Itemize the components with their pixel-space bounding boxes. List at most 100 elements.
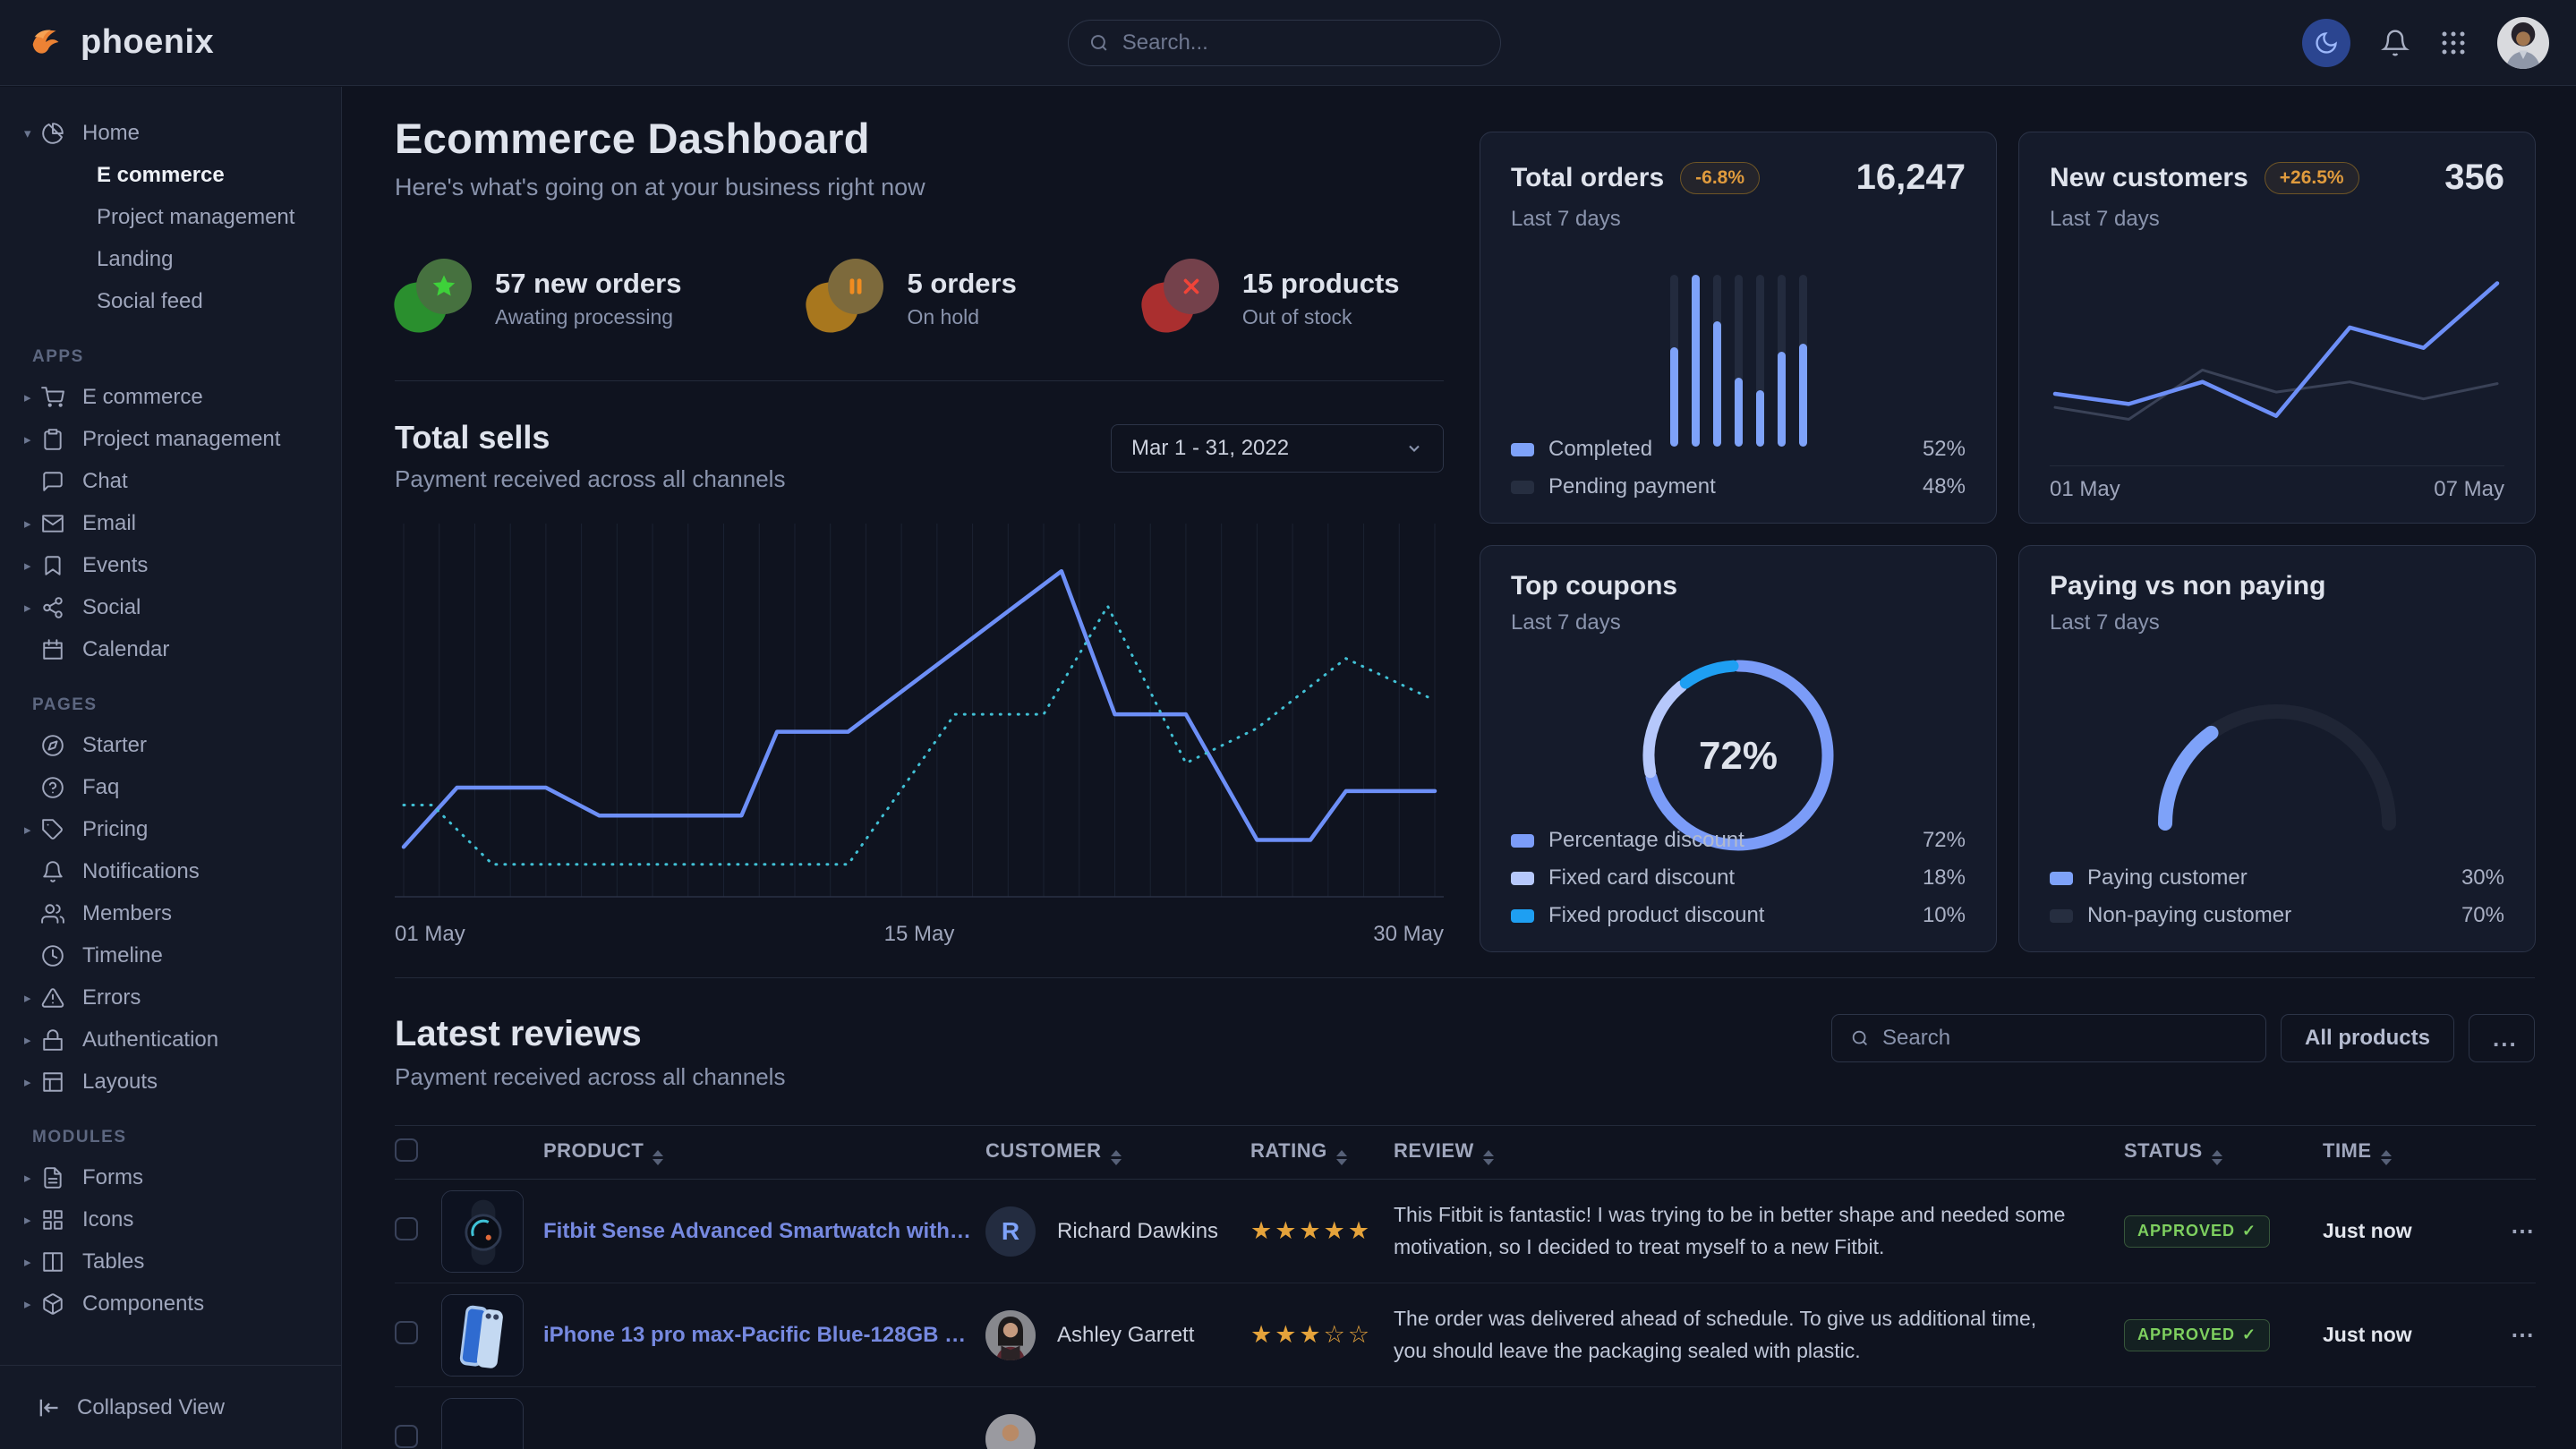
column-header-customer[interactable]: CUSTOMER: [985, 1126, 1250, 1180]
sidebar-item-components[interactable]: ▸Components: [0, 1283, 341, 1325]
column-header-status[interactable]: STATUS: [2124, 1126, 2323, 1180]
caret-right-icon: ▸: [24, 1254, 31, 1270]
sidebar-item-chat[interactable]: Chat: [0, 460, 341, 502]
legend-value: 10%: [1923, 903, 1966, 928]
sidebar-item-faq[interactable]: Faq: [0, 766, 341, 808]
card-period: Last 7 days: [2050, 207, 2504, 232]
caret-right-icon: ▸: [24, 1212, 31, 1228]
sidebar-item-starter[interactable]: Starter: [0, 724, 341, 766]
row-more-button[interactable]: ⋯: [2457, 1283, 2536, 1387]
sidebar-item-home[interactable]: ▾Home: [0, 112, 341, 154]
global-search[interactable]: [1068, 20, 1501, 66]
sort-icon: [653, 1150, 663, 1165]
sidebar-item-timeline[interactable]: Timeline: [0, 934, 341, 976]
column-header-rating[interactable]: RATING: [1250, 1126, 1394, 1180]
sidebar-subitem-e-commerce[interactable]: E commerce: [0, 154, 341, 196]
search-icon: [1088, 31, 1110, 55]
legend-label: Non-paying customer: [2087, 903, 2291, 928]
reviews-search-input[interactable]: [1882, 1026, 2248, 1051]
sidebar-item-tables[interactable]: ▸Tables: [0, 1240, 341, 1283]
all-products-filter-button[interactable]: All products: [2281, 1014, 2454, 1062]
product-link[interactable]: iPhone 13 pro max-Pacific Blue-128GB sto…: [543, 1323, 973, 1348]
review-text: The order was delivered ahead of schedul…: [1394, 1303, 2124, 1367]
table-row: [395, 1387, 2536, 1449]
sidebar-item-forms[interactable]: ▸Forms: [0, 1156, 341, 1198]
clock-icon: [41, 944, 64, 967]
row-checkbox[interactable]: [395, 1321, 418, 1344]
sidebar-subitem-landing[interactable]: Landing: [0, 238, 341, 280]
select-all-checkbox[interactable]: [395, 1138, 418, 1162]
apps-menu-button[interactable]: [2440, 30, 2467, 56]
sidebar-item-email[interactable]: ▸Email: [0, 502, 341, 544]
sidebar-item-layouts[interactable]: ▸Layouts: [0, 1061, 341, 1103]
brand[interactable]: phoenix: [27, 22, 214, 64]
legend-row: Percentage discount72%: [1511, 828, 1966, 853]
stat-orders-on-hold: 5 ordersOn hold: [806, 259, 1016, 337]
sidebar-item-e-commerce[interactable]: ▸E commerce: [0, 376, 341, 418]
sidebar-item-events[interactable]: ▸Events: [0, 544, 341, 586]
sidebar-item-notifications[interactable]: Notifications: [0, 850, 341, 892]
caret-right-icon: ▸: [24, 558, 31, 574]
sidebar-item-label: Faq: [82, 775, 119, 800]
notifications-button[interactable]: [2381, 29, 2410, 57]
bar: [1692, 275, 1700, 447]
row-checkbox[interactable]: [395, 1425, 418, 1448]
compass-icon: [41, 734, 64, 757]
sidebar-subitem-project-management[interactable]: Project management: [0, 196, 341, 238]
users-icon: [41, 902, 64, 925]
bar: [1735, 275, 1743, 447]
sidebar-item-social[interactable]: ▸Social: [0, 586, 341, 628]
bell-icon: [41, 860, 64, 883]
legend-chip: [1511, 909, 1534, 923]
legend-chip: [1511, 481, 1534, 494]
calendar-icon: [41, 638, 64, 661]
tag-icon: [41, 818, 68, 841]
card-title: Top coupons: [1511, 571, 1677, 601]
stat-out-of-stock: 15 productsOut of stock: [1142, 259, 1400, 337]
stat-sub: Awating processing: [495, 305, 681, 329]
sidebar-item-project-management[interactable]: ▸Project management: [0, 418, 341, 460]
legend-chip: [1511, 872, 1534, 885]
row-checkbox[interactable]: [395, 1217, 418, 1240]
date-range-select[interactable]: Mar 1 - 31, 2022: [1111, 424, 1444, 473]
sidebar-item-icons[interactable]: ▸Icons: [0, 1198, 341, 1240]
column-header-review[interactable]: REVIEW: [1394, 1126, 2124, 1180]
lock-icon: [41, 1028, 68, 1052]
alert-icon: [41, 986, 68, 1010]
order-stats-row: 57 new orders Awating processing 5 ordersO…: [395, 259, 1444, 337]
bar: [1713, 275, 1721, 447]
reviews-search[interactable]: [1831, 1014, 2266, 1062]
sidebar-item-label: E commerce: [82, 385, 203, 410]
bar: [1670, 275, 1678, 447]
review-time: Just now: [2323, 1323, 2412, 1346]
grid-dots-icon: [2440, 30, 2467, 56]
legend-value: 48%: [1923, 474, 1966, 499]
sidebar-item-calendar[interactable]: Calendar: [0, 628, 341, 670]
sidebar-item-errors[interactable]: ▸Errors: [0, 976, 341, 1019]
sidebar-item-pricing[interactable]: ▸Pricing: [0, 808, 341, 850]
collapse-sidebar-button[interactable]: Collapsed View: [0, 1365, 341, 1449]
sidebar-item-authentication[interactable]: ▸Authentication: [0, 1019, 341, 1061]
chevron-down-icon: [1405, 439, 1423, 457]
mail-icon: [41, 512, 68, 535]
orders-bar-chart: [1511, 268, 1966, 447]
box-icon: [41, 1292, 68, 1316]
clipboard-icon: [41, 428, 68, 451]
columns-icon: [41, 1250, 68, 1274]
column-header-product[interactable]: PRODUCT: [441, 1126, 985, 1180]
avatar: [985, 1414, 1036, 1449]
product-link[interactable]: Fitbit Sense Advanced Smartwatch with To…: [543, 1219, 973, 1244]
column-header-time[interactable]: TIME: [2323, 1126, 2457, 1180]
global-search-input[interactable]: [1122, 30, 1480, 55]
check-icon: ✓: [2242, 1222, 2256, 1240]
row-more-button[interactable]: ⋯: [2457, 1180, 2536, 1283]
dark-mode-toggle[interactable]: [2302, 19, 2350, 67]
stat-value: 57 new orders: [495, 268, 681, 300]
user-avatar[interactable]: [2497, 17, 2549, 69]
svg-text:72%: 72%: [1699, 734, 1778, 778]
sidebar-subitem-social-feed[interactable]: Social feed: [0, 280, 341, 322]
total-sells-title: Total sells: [395, 419, 785, 456]
sidebar-item-members[interactable]: Members: [0, 892, 341, 934]
caret-right-icon: ▸: [24, 990, 31, 1006]
reviews-more-button[interactable]: ...: [2469, 1014, 2535, 1062]
